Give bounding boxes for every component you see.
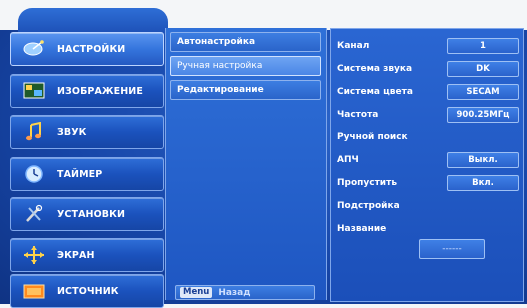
sidebar-item-label: ТАЙМЕР xyxy=(57,168,103,180)
skip-label: Пропустить xyxy=(337,178,398,188)
menu-back-hint[interactable]: Menu Назад xyxy=(175,285,315,300)
setting-row-color-system[interactable]: Система цвета SECAM xyxy=(331,83,523,101)
color-system-value[interactable]: SECAM xyxy=(447,84,519,100)
sidebar-item-label: ЭКРАН xyxy=(57,249,95,261)
sidebar-item-setup[interactable]: УСТАНОВКИ xyxy=(10,197,164,231)
setting-row-afc[interactable]: АПЧ Выкл. xyxy=(331,151,523,169)
picture-icon xyxy=(21,80,47,102)
frequency-value[interactable]: 900.25МГц xyxy=(447,107,519,123)
music-note-icon xyxy=(21,121,47,143)
sidebar-item-label: ЗВУК xyxy=(57,126,87,138)
setting-row-name[interactable]: Название xyxy=(331,220,523,238)
menu-tab-notch xyxy=(18,8,168,34)
sound-system-label: Система звука xyxy=(337,64,413,74)
sidebar-item-screen[interactable]: ЭКРАН xyxy=(10,238,164,272)
tools-icon xyxy=(21,203,47,225)
afc-label: АПЧ xyxy=(337,155,359,165)
setting-row-manual-search[interactable]: Ручной поиск xyxy=(331,128,523,146)
back-label: Назад xyxy=(218,287,251,298)
channel-label: Канал xyxy=(337,41,370,51)
sidebar-item-label: НАСТРОЙКИ xyxy=(57,43,126,55)
satellite-dish-icon xyxy=(21,38,47,60)
tv-osd-menu: НАСТРОЙКИ ИЗОБРАЖЕНИЕ ЗВУК ТАЙМЕР УСТАНО… xyxy=(0,0,527,308)
manual-search-label: Ручной поиск xyxy=(337,132,408,142)
screen-icon xyxy=(21,244,47,266)
submenu-item-editing[interactable]: Редактирование xyxy=(170,80,321,100)
channel-value[interactable]: 1 xyxy=(447,38,519,54)
sound-system-value[interactable]: DK xyxy=(447,61,519,77)
manual-tuning-panel: Канал 1 Система звука DK Система цвета S… xyxy=(330,28,524,302)
sidebar-item-timer[interactable]: ТАЙМЕР xyxy=(10,157,164,191)
setting-row-frequency[interactable]: Частота 900.25МГц xyxy=(331,106,523,124)
frequency-label: Частота xyxy=(337,110,379,120)
input-source-icon xyxy=(21,280,47,302)
fine-tune-label: Подстройка xyxy=(337,201,400,211)
sidebar-item-sound[interactable]: ЗВУК xyxy=(10,115,164,149)
setting-row-sound-system[interactable]: Система звука DK xyxy=(331,60,523,78)
name-label: Название xyxy=(337,224,387,234)
setting-row-fine-tune[interactable]: Подстройка xyxy=(331,197,523,215)
clock-icon xyxy=(21,163,47,185)
afc-value[interactable]: Выкл. xyxy=(447,152,519,168)
name-value[interactable]: ------ xyxy=(419,239,485,259)
top-background xyxy=(0,0,527,34)
sidebar-item-label: УСТАНОВКИ xyxy=(57,208,126,220)
sidebar-item-source[interactable]: ИСТОЧНИК xyxy=(10,274,164,308)
color-system-label: Система цвета xyxy=(337,87,413,97)
submenu-item-manual-tuning[interactable]: Ручная настройка xyxy=(170,56,321,76)
setting-row-skip[interactable]: Пропустить Вкл. xyxy=(331,174,523,192)
submenu-item-auto-tuning[interactable]: Автонастройка xyxy=(170,32,321,52)
menu-key-label: Menu xyxy=(180,287,213,298)
tuning-submenu: Автонастройка Ручная настройка Редактиро… xyxy=(165,28,327,300)
skip-value[interactable]: Вкл. xyxy=(447,175,519,191)
setting-row-channel[interactable]: Канал 1 xyxy=(331,37,523,55)
sidebar-item-settings[interactable]: НАСТРОЙКИ xyxy=(10,32,164,66)
sidebar-item-picture[interactable]: ИЗОБРАЖЕНИЕ xyxy=(10,74,164,108)
sidebar-item-label: ИЗОБРАЖЕНИЕ xyxy=(57,85,143,97)
sidebar-item-label: ИСТОЧНИК xyxy=(57,285,119,297)
